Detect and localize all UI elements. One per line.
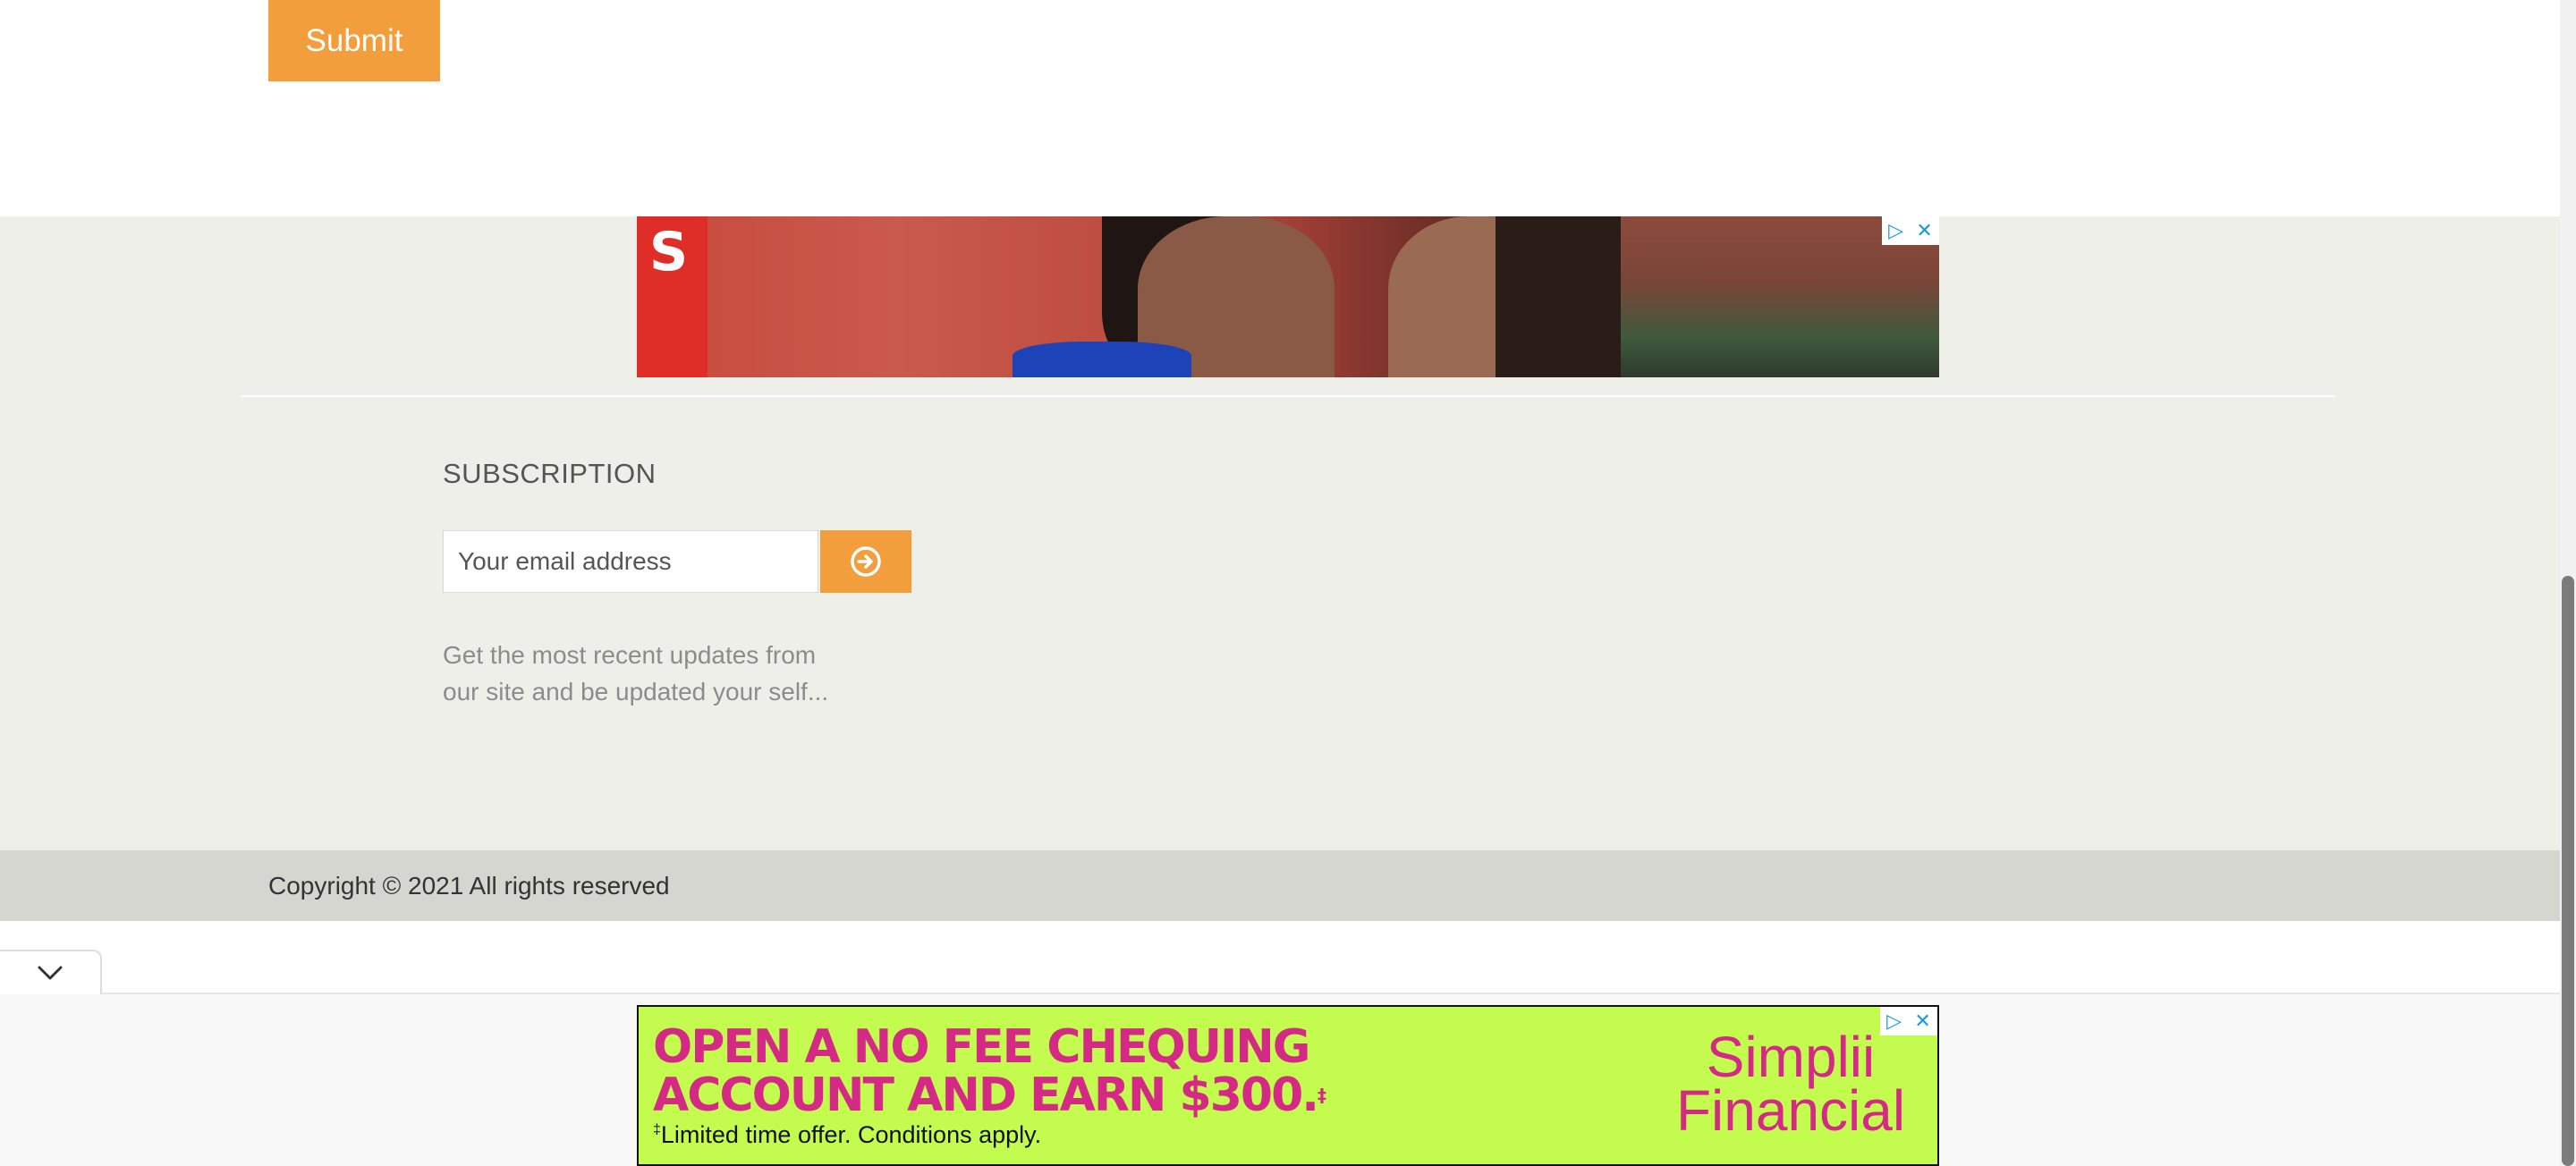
ad-fine-print-text: Limited time offer. Conditions apply. [660,1121,1042,1148]
bottom-banner-ad[interactable]: OPEN A NO FEE CHEQUING ACCOUNT AND EARN … [637,1005,1939,1166]
ad-brand-line: Simplii [1706,1025,1876,1089]
ad-headline-line: ACCOUNT AND EARN $300.‡ [653,1071,1458,1120]
footer-divider [242,395,2334,397]
close-icon[interactable]: ✕ [1916,219,1932,242]
description-line: our site and be updated your self... [443,678,829,706]
copyright-text: Copyright © 2021 All rights reserved [268,872,670,900]
page: Submit S ▷ ✕ SUBSCRIPTION Get the most r… [0,0,2560,1166]
chevron-down-icon [38,966,63,980]
sticky-bar-border [0,993,2560,994]
subscribe-button[interactable] [820,530,911,593]
ad-headline-line: OPEN A NO FEE CHEQUING [653,1020,1311,1074]
subscription-description: Get the most recent updates from our sit… [443,637,890,710]
arrow-circle-right-icon [851,546,881,577]
ad-fine-print-mark: ‡ [653,1122,661,1137]
ad-photo-hair [1496,216,1621,377]
adchoices-icon[interactable]: ▷ [1888,219,1903,242]
bank-logo-block: S [637,216,708,377]
scrollbar-thumb[interactable] [2562,576,2574,1166]
ad-photo-shirt [1013,342,1191,377]
ad-headline-text: ACCOUNT AND EARN $300. [653,1069,1319,1122]
collapse-ad-button[interactable] [0,950,102,994]
close-icon[interactable]: ✕ [1914,1010,1930,1033]
ad-headline: OPEN A NO FEE CHEQUING ACCOUNT AND EARN … [653,1023,1458,1120]
ad-fine-print: ‡Limited time offer. Conditions apply. [653,1121,1041,1149]
adchoices-icon[interactable]: ▷ [1886,1010,1902,1033]
ad-brand-logo: Simplii Financial [1665,1025,1916,1143]
bank-logo-icon: S [649,221,689,283]
ad-headline-mark: ‡ [1318,1085,1326,1106]
submit-button[interactable]: Submit [268,0,440,81]
ad-brand-line: Financial [1675,1078,1906,1143]
email-field[interactable] [443,530,818,593]
subscription-title: SUBSCRIPTION [443,458,657,489]
top-banner-ad[interactable]: S ▷ ✕ [637,216,1939,377]
ad-badge: ▷ ✕ [1882,216,1939,245]
ad-badge: ▷ ✕ [1880,1007,1937,1035]
description-line: Get the most recent updates from [443,641,817,669]
